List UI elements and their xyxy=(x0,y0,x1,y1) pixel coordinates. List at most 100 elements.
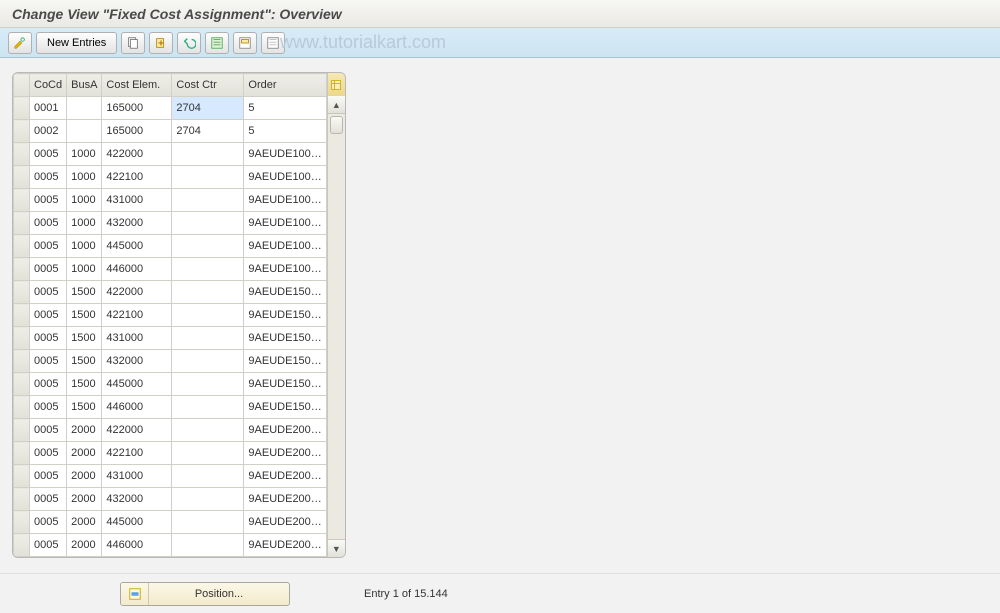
cell-elem[interactable]: 431000 xyxy=(102,189,172,212)
cell-cctr[interactable]: 2704 xyxy=(172,97,244,120)
cell-cctr[interactable] xyxy=(172,396,244,419)
scroll-track[interactable] xyxy=(328,114,345,539)
cell-cocd[interactable]: 0005 xyxy=(30,258,67,281)
copy-as-button[interactable] xyxy=(149,32,173,54)
cell-busa[interactable]: 1500 xyxy=(67,304,102,327)
cell-order[interactable]: 9AEUDE100… xyxy=(244,189,326,212)
cell-order[interactable]: 9AEUDE200… xyxy=(244,419,326,442)
column-cocd[interactable]: CoCd xyxy=(30,74,67,97)
cell-busa[interactable] xyxy=(67,97,102,120)
cell-elem[interactable]: 165000 xyxy=(102,120,172,143)
cell-order[interactable]: 9AEUDE200… xyxy=(244,511,326,534)
row-selector[interactable] xyxy=(14,120,30,143)
cell-busa[interactable]: 1500 xyxy=(67,350,102,373)
cell-order[interactable]: 9AEUDE100… xyxy=(244,258,326,281)
table-row[interactable]: 000515004221009AEUDE150… xyxy=(14,304,327,327)
cell-cocd[interactable]: 0005 xyxy=(30,166,67,189)
cell-elem[interactable]: 431000 xyxy=(102,465,172,488)
table-row[interactable]: 000515004220009AEUDE150… xyxy=(14,281,327,304)
table-row[interactable]: 000510004220009AEUDE100… xyxy=(14,143,327,166)
undo-button[interactable] xyxy=(177,32,201,54)
row-selector[interactable] xyxy=(14,166,30,189)
cell-busa[interactable]: 2000 xyxy=(67,488,102,511)
cell-elem[interactable]: 422000 xyxy=(102,143,172,166)
cell-busa[interactable]: 2000 xyxy=(67,511,102,534)
table-row[interactable]: 000216500027045 xyxy=(14,120,327,143)
position-button[interactable]: Position... xyxy=(120,582,290,606)
cell-cocd[interactable]: 0005 xyxy=(30,396,67,419)
row-selector[interactable] xyxy=(14,143,30,166)
cell-cocd[interactable]: 0005 xyxy=(30,534,67,557)
cell-elem[interactable]: 432000 xyxy=(102,488,172,511)
cell-busa[interactable]: 1000 xyxy=(67,166,102,189)
cell-cocd[interactable]: 0005 xyxy=(30,189,67,212)
cell-order[interactable]: 9AEUDE150… xyxy=(244,304,326,327)
row-selector[interactable] xyxy=(14,511,30,534)
cell-cocd[interactable]: 0005 xyxy=(30,465,67,488)
cell-order[interactable]: 9AEUDE100… xyxy=(244,235,326,258)
scroll-up-button[interactable]: ▲ xyxy=(328,96,345,114)
cell-order[interactable]: 9AEUDE150… xyxy=(244,281,326,304)
cell-cctr[interactable] xyxy=(172,166,244,189)
table-row[interactable]: 000510004320009AEUDE100… xyxy=(14,212,327,235)
cell-cctr[interactable] xyxy=(172,419,244,442)
cell-cctr[interactable] xyxy=(172,534,244,557)
cell-busa[interactable]: 1500 xyxy=(67,373,102,396)
table-row[interactable]: 00051000431000 9AEUDE100… xyxy=(14,189,327,212)
cell-busa[interactable]: 1000 xyxy=(67,235,102,258)
cell-busa[interactable]: 1500 xyxy=(67,396,102,419)
cell-cctr[interactable] xyxy=(172,465,244,488)
cell-order[interactable]: 5 xyxy=(244,97,326,120)
table-row[interactable]: 00051500446000 9AEUDE150… xyxy=(14,396,327,419)
cell-elem[interactable]: 445000 xyxy=(102,511,172,534)
table-row[interactable]: 000520004460009AEUDE200… xyxy=(14,534,327,557)
row-selector[interactable] xyxy=(14,235,30,258)
cell-elem[interactable]: 422100 xyxy=(102,442,172,465)
cell-order[interactable]: 9AEUDE150… xyxy=(244,350,326,373)
column-order[interactable]: Order xyxy=(244,74,326,97)
cell-elem[interactable]: 432000 xyxy=(102,350,172,373)
cell-cocd[interactable]: 0002 xyxy=(30,120,67,143)
row-selector[interactable] xyxy=(14,350,30,373)
cell-cctr[interactable] xyxy=(172,442,244,465)
new-entries-button[interactable]: New Entries xyxy=(36,32,117,54)
cell-order[interactable]: 9AEUDE200… xyxy=(244,465,326,488)
table-row[interactable]: 000520004221009AEUDE200… xyxy=(14,442,327,465)
row-selector[interactable] xyxy=(14,258,30,281)
cell-order[interactable]: 9AEUDE100… xyxy=(244,143,326,166)
cell-elem[interactable]: 446000 xyxy=(102,534,172,557)
cell-elem[interactable]: 446000 xyxy=(102,396,172,419)
cell-order[interactable]: 9AEUDE150… xyxy=(244,396,326,419)
cell-cctr[interactable] xyxy=(172,350,244,373)
cell-busa[interactable]: 1000 xyxy=(67,189,102,212)
table-row[interactable]: 000515004450009AEUDE150… xyxy=(14,373,327,396)
cell-cocd[interactable]: 0005 xyxy=(30,419,67,442)
cell-elem[interactable]: 165000 xyxy=(102,97,172,120)
cell-cocd[interactable]: 0005 xyxy=(30,488,67,511)
cell-busa[interactable]: 2000 xyxy=(67,442,102,465)
row-selector[interactable] xyxy=(14,189,30,212)
cell-elem[interactable]: 422100 xyxy=(102,304,172,327)
deselect-all-button[interactable] xyxy=(261,32,285,54)
cell-order[interactable]: 9AEUDE100… xyxy=(244,166,326,189)
table-config-button[interactable] xyxy=(327,73,345,96)
table-row[interactable]: 000510004460009AEUDE100… xyxy=(14,258,327,281)
cell-cocd[interactable]: 0005 xyxy=(30,373,67,396)
cell-elem[interactable]: 445000 xyxy=(102,235,172,258)
cell-cctr[interactable] xyxy=(172,235,244,258)
table-row[interactable]: 000520004310009AEUDE200… xyxy=(14,465,327,488)
cell-order[interactable]: 9AEUDE150… xyxy=(244,373,326,396)
cell-elem[interactable]: 432000 xyxy=(102,212,172,235)
select-all-button[interactable] xyxy=(205,32,229,54)
table-row[interactable]: 000515004320009AEUDE150… xyxy=(14,350,327,373)
cell-order[interactable]: 5 xyxy=(244,120,326,143)
row-selector[interactable] xyxy=(14,396,30,419)
row-selector[interactable] xyxy=(14,442,30,465)
table-row[interactable]: 0001 16500027045 xyxy=(14,97,327,120)
table-row[interactable]: 000510004450009AEUDE100… xyxy=(14,235,327,258)
cell-cocd[interactable]: 0001 xyxy=(30,97,67,120)
cell-order[interactable]: 9AEUDE200… xyxy=(244,534,326,557)
cell-busa[interactable]: 1000 xyxy=(67,212,102,235)
cell-cocd[interactable]: 0005 xyxy=(30,281,67,304)
cell-order[interactable]: 9AEUDE150… xyxy=(244,327,326,350)
